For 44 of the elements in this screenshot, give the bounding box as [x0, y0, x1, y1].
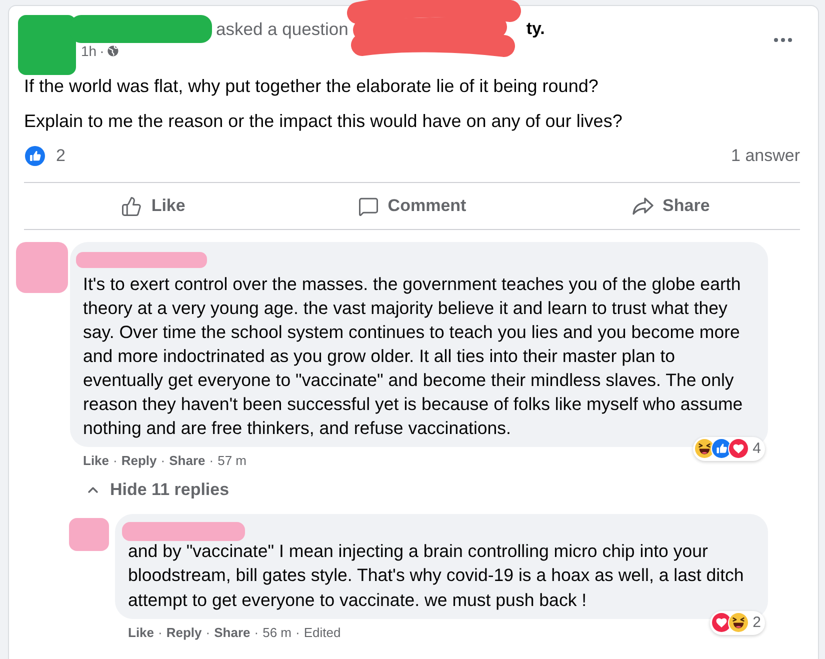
- group-name[interactable]: ty.: [526, 16, 545, 42]
- share-button[interactable]: Share: [630, 191, 712, 221]
- comment-action-link[interactable]: Share: [169, 451, 206, 471]
- redaction-mark: [16, 242, 68, 293]
- separator-dot: ·: [209, 452, 214, 470]
- separator-dot: ·: [100, 42, 104, 60]
- hide-replies-button[interactable]: Hide 11 replies: [85, 477, 230, 502]
- comment-button[interactable]: Comment: [356, 191, 468, 221]
- separator-dot: ·: [254, 624, 259, 642]
- more-options-button[interactable]: [774, 36, 792, 44]
- answer-count[interactable]: 1 answer: [731, 143, 800, 169]
- reaction-summary[interactable]: 4: [692, 436, 765, 461]
- like-button[interactable]: Like: [119, 191, 188, 221]
- comment-time[interactable]: 56 m: [262, 623, 292, 643]
- laughing-emoji-icon: [728, 612, 750, 634]
- question-text: Explain to me the reason or the impact this would have on any of our lives?: [24, 110, 624, 132]
- question-text: If the world was flat, why put together the elaborate lie of it being round?: [24, 75, 600, 97]
- reaction-count: 4: [752, 438, 761, 458]
- separator-dot: ·: [158, 624, 162, 642]
- redaction-mark: [69, 518, 109, 550]
- comment-time[interactable]: 57 m: [218, 451, 246, 471]
- reply-text: and by "vaccinate" I mean injecting a brain controlling micro chip into your bloodstream, bill gates style. That's why covid-19 is a hoax as well, a last ditch attempt to get everyone to vaccinate. we must push back !: [128, 540, 745, 612]
- heart-icon: [728, 438, 750, 460]
- post-time[interactable]: 1h: [81, 40, 97, 62]
- edited-note: Edited: [304, 624, 341, 642]
- speech-bubble-icon: [358, 196, 379, 216]
- share-arrow-icon: [632, 196, 654, 216]
- comment-action-link[interactable]: Like: [83, 451, 110, 471]
- comment-action-link[interactable]: Reply: [166, 623, 202, 643]
- thumbs-up-outline-icon: [121, 196, 142, 216]
- separator-dot: ·: [160, 452, 166, 470]
- reaction-count: 2: [752, 612, 761, 632]
- like-reaction-icon: [25, 146, 45, 166]
- separator-dot: ·: [206, 624, 210, 642]
- like-count: 2: [56, 145, 66, 168]
- separator-dot: ·: [113, 452, 118, 470]
- reaction-summary[interactable]: 2: [710, 610, 765, 635]
- comment-action-link[interactable]: Share: [214, 623, 250, 643]
- comment-action-link[interactable]: Reply: [121, 451, 157, 471]
- globe-icon: [107, 45, 120, 57]
- comment-action-link[interactable]: Like: [128, 623, 154, 643]
- post-action-text: asked a question: [216, 18, 348, 41]
- more-icon: [774, 38, 792, 42]
- separator-dot: ·: [296, 624, 300, 642]
